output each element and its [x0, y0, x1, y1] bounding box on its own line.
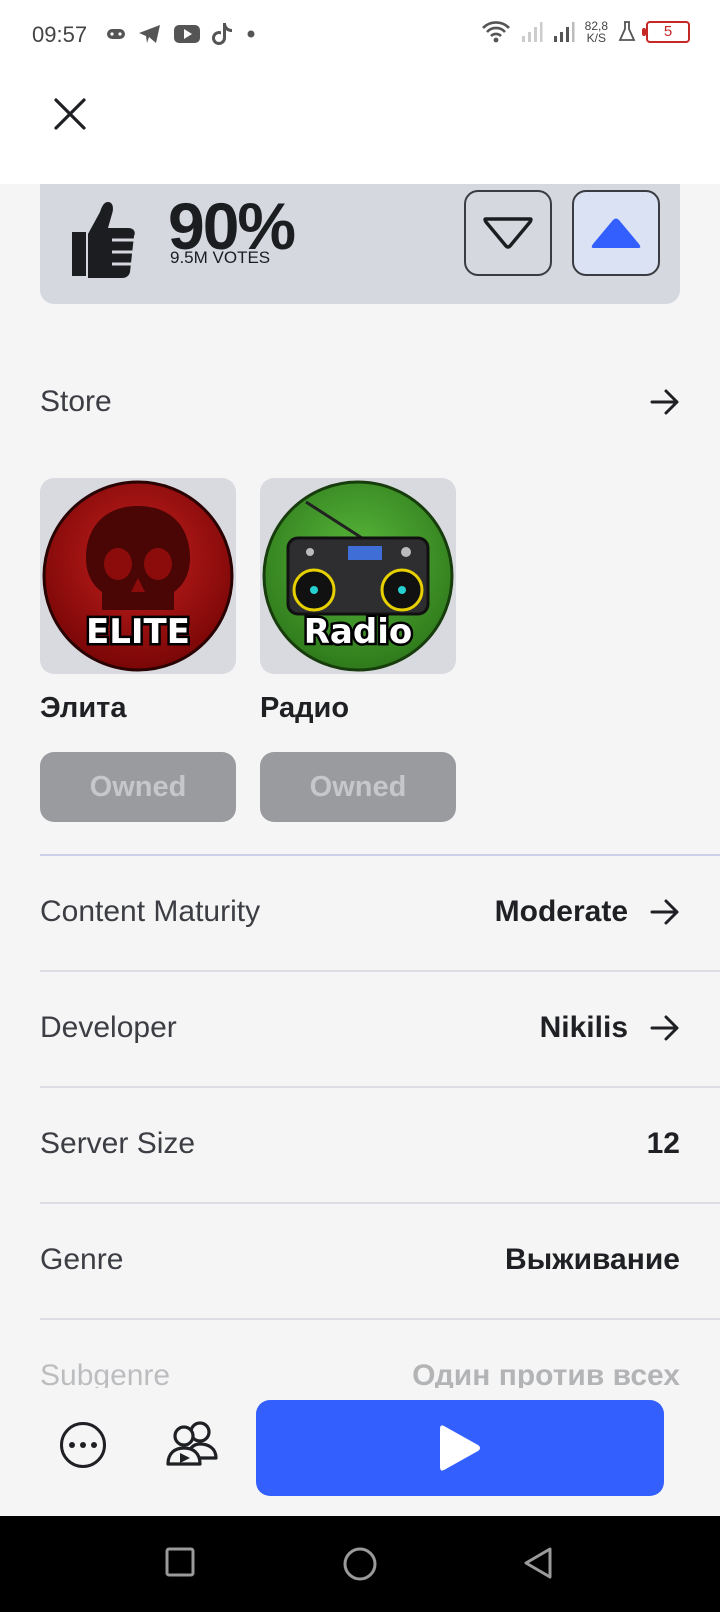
youtube-icon [174, 25, 200, 43]
network-speed: 82,8 K/S [585, 20, 608, 44]
status-bar: 09:57 82,8 K/S 5 [0, 0, 720, 72]
speed-unit: K/S [586, 31, 606, 45]
server-size-row: Server Size 12 [40, 1088, 680, 1200]
signal-icon [553, 22, 575, 42]
radio-pass-image: Radio [262, 480, 454, 672]
flask-icon [618, 21, 636, 41]
info-value: 12 [646, 1127, 680, 1160]
upvote-button[interactable] [572, 190, 660, 276]
store-section-header[interactable]: Store [40, 372, 680, 432]
item-name: Элита [40, 692, 127, 724]
info-value-group: Moderate [495, 895, 680, 929]
vote-count: 9.5M VOTES [170, 248, 271, 267]
radio-badge-text: Radio [304, 612, 412, 652]
more-options-button[interactable] [60, 1422, 106, 1468]
owned-button[interactable]: Owned [260, 752, 456, 822]
telegram-icon [139, 25, 160, 43]
info-label: Developer [40, 1011, 177, 1044]
elite-pass-image: ELITE [42, 480, 234, 672]
system-icons: 82,8 K/S 5 [481, 20, 690, 44]
more-icon-dot [69, 1442, 75, 1448]
signal-icon [521, 22, 543, 42]
thumbs-up-icon [72, 202, 135, 278]
info-label: Server Size [40, 1127, 196, 1160]
upvote-icon [591, 218, 641, 248]
info-value: Выживание [505, 1243, 680, 1276]
arrow-right-icon [650, 389, 679, 415]
store-label: Store [40, 385, 112, 418]
downvote-icon [483, 217, 533, 249]
item-name: Радио [260, 692, 350, 724]
tiktok-icon [212, 23, 232, 46]
rating-card: 90% 9.5M VOTES [40, 184, 680, 304]
notification-icons [106, 22, 256, 46]
store-item-radio[interactable]: Radio Радио Owned [260, 478, 456, 822]
wifi-icon [481, 21, 510, 43]
more-icon-dot [91, 1442, 97, 1448]
arrow-right-icon [650, 1015, 679, 1041]
recents-icon[interactable] [164, 1546, 196, 1578]
owned-button[interactable]: Owned [40, 752, 236, 822]
developer-row[interactable]: Developer Nikilis [40, 972, 680, 1084]
info-label: Content Maturity [40, 895, 261, 928]
info-label: Genre [40, 1243, 124, 1276]
system-nav-bar [0, 1516, 720, 1612]
genre-row: Genre Выживание [40, 1204, 680, 1316]
info-value: Nikilis [539, 1011, 628, 1044]
dot-icon [247, 30, 255, 38]
battery-level: 5 [663, 23, 673, 40]
status-time: 09:57 [32, 22, 88, 47]
more-icon-dot [80, 1442, 86, 1448]
battery-icon: 5 [642, 21, 690, 43]
action-bar [0, 1388, 720, 1516]
close-button[interactable] [46, 90, 94, 138]
elite-badge-text: ELITE [86, 612, 190, 652]
content-maturity-row[interactable]: Content Maturity Moderate [40, 856, 680, 968]
item-thumbnail[interactable]: ELITE [40, 478, 236, 674]
top-bar [0, 72, 720, 184]
downvote-button[interactable] [464, 190, 552, 276]
play-button[interactable] [256, 1400, 664, 1496]
gamepad-icon [107, 29, 125, 39]
play-icon [440, 1425, 480, 1471]
info-value: Moderate [494, 895, 628, 928]
arrow-right-icon [650, 899, 679, 925]
home-icon[interactable] [342, 1546, 378, 1582]
back-icon[interactable] [522, 1546, 554, 1580]
info-value-group: Nikilis [540, 1011, 680, 1045]
item-thumbnail[interactable]: Radio [260, 478, 456, 674]
store-item-elite[interactable]: ELITE Элита Owned [40, 478, 236, 822]
close-icon [54, 98, 86, 130]
party-icon[interactable] [164, 1418, 220, 1468]
